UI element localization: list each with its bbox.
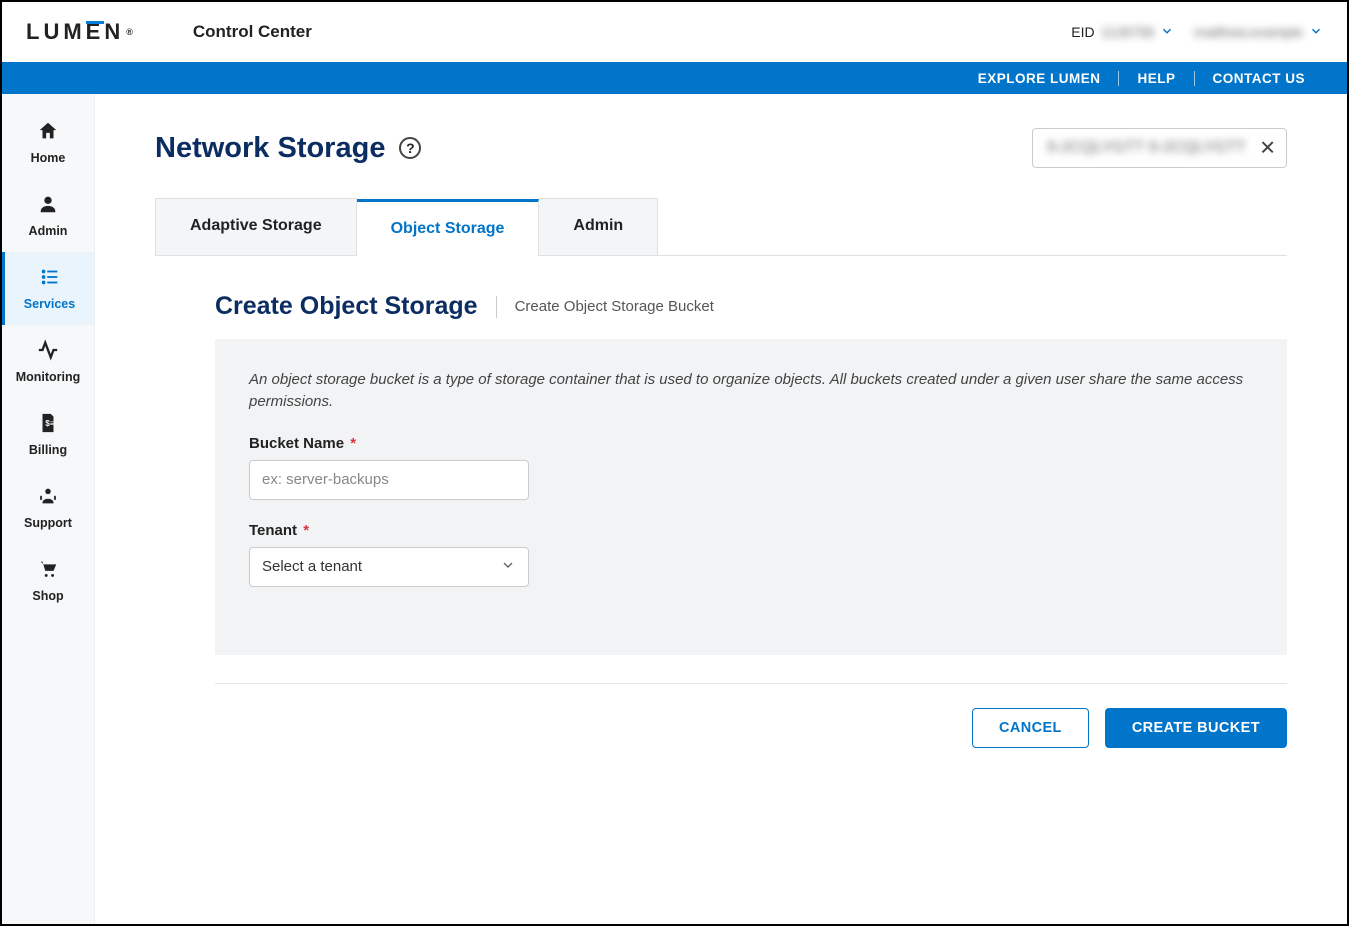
app-title: Control Center <box>193 22 312 42</box>
sidebar-item-support[interactable]: Support <box>2 471 94 544</box>
close-icon[interactable]: ✕ <box>1259 136 1276 161</box>
context-value: 9-2CQLYGTT 9-2CQLYGTT <box>1047 139 1246 157</box>
cart-icon <box>37 558 59 583</box>
top-header: LUMEN® Control Center EID 1128758 matthe… <box>2 2 1347 62</box>
section-subtitle: Create Object Storage Bucket <box>515 298 714 315</box>
tab-object-storage[interactable]: Object Storage <box>357 199 540 256</box>
bucket-name-input[interactable] <box>249 460 529 500</box>
context-selector[interactable]: 9-2CQLYGTT 9-2CQLYGTT ✕ <box>1032 128 1287 168</box>
divider <box>496 296 497 318</box>
eid-label: EID <box>1071 24 1094 40</box>
explore-link[interactable]: EXPLORE LUMEN <box>960 71 1119 86</box>
eid-value: 1128758 <box>1101 24 1154 40</box>
tab-admin[interactable]: Admin <box>539 198 658 255</box>
tabs: Adaptive Storage Object Storage Admin <box>155 198 1287 256</box>
form-description: An object storage bucket is a type of st… <box>249 369 1253 413</box>
chevron-down-icon <box>1160 24 1174 41</box>
tab-adaptive-storage[interactable]: Adaptive Storage <box>155 198 357 255</box>
home-icon <box>37 120 59 145</box>
support-icon <box>37 485 59 510</box>
list-icon <box>39 266 61 291</box>
sidebar-item-services[interactable]: Services <box>2 252 94 325</box>
sidebar-item-label: Support <box>24 516 72 530</box>
sidebar-item-label: Home <box>31 151 66 165</box>
sidebar-item-monitoring[interactable]: Monitoring <box>2 325 94 398</box>
bucket-name-label: Bucket Name * <box>249 435 1253 452</box>
activity-icon <box>37 339 59 364</box>
field-tenant: Tenant * Select a tenant <box>249 522 1253 587</box>
user-menu[interactable]: matthew.example <box>1194 24 1323 41</box>
user-name: matthew.example <box>1194 24 1303 40</box>
sidebar-item-label: Shop <box>32 589 63 603</box>
sidebar-item-shop[interactable]: Shop <box>2 544 94 617</box>
action-bar: CANCEL CREATE BUCKET <box>215 683 1287 748</box>
invoice-icon: $≡ <box>37 412 59 437</box>
chevron-down-icon <box>500 557 516 577</box>
field-bucket-name: Bucket Name * <box>249 435 1253 500</box>
sidebar-item-label: Admin <box>29 224 68 238</box>
eid-selector[interactable]: EID 1128758 <box>1071 24 1174 41</box>
main-content: Network Storage ? 9-2CQLYGTT 9-2CQLYGTT … <box>95 94 1347 924</box>
chevron-down-icon <box>1309 24 1323 41</box>
cancel-button[interactable]: CANCEL <box>972 708 1089 748</box>
page-title: Network Storage <box>155 132 385 165</box>
sidebar: Home Admin Services Monitoring $≡ Billin… <box>2 94 95 924</box>
tenant-select[interactable]: Select a tenant <box>249 547 529 587</box>
logo[interactable]: LUMEN® <box>26 19 133 45</box>
help-icon[interactable]: ? <box>399 137 421 159</box>
tenant-placeholder: Select a tenant <box>262 558 362 575</box>
sidebar-item-label: Billing <box>29 443 67 457</box>
sidebar-item-billing[interactable]: $≡ Billing <box>2 398 94 471</box>
create-bucket-button[interactable]: CREATE BUCKET <box>1105 708 1287 748</box>
sidebar-item-label: Monitoring <box>16 370 81 384</box>
section-heading: Create Object Storage <box>215 292 478 321</box>
sidebar-item-label: Services <box>24 297 75 311</box>
form-panel: An object storage bucket is a type of st… <box>215 339 1287 655</box>
user-icon <box>37 193 59 218</box>
utility-bar: EXPLORE LUMEN HELP CONTACT US <box>2 62 1347 94</box>
svg-text:$≡: $≡ <box>45 419 55 428</box>
contact-link[interactable]: CONTACT US <box>1194 71 1324 86</box>
sidebar-item-home[interactable]: Home <box>2 106 94 179</box>
sidebar-item-admin[interactable]: Admin <box>2 179 94 252</box>
help-link[interactable]: HELP <box>1118 71 1193 86</box>
tenant-label: Tenant * <box>249 522 1253 539</box>
